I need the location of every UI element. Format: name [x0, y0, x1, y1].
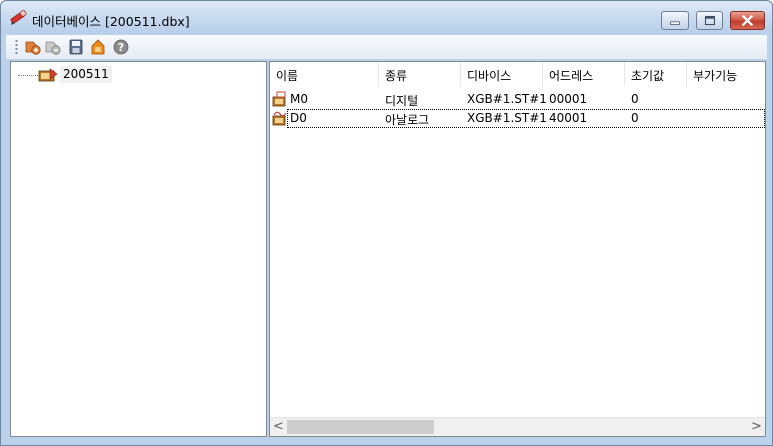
add-variable-icon: [25, 41, 41, 55]
minimize-button[interactable]: [661, 11, 689, 30]
remove-variable-icon: [45, 41, 61, 55]
cell-address: 40001: [549, 111, 588, 125]
list-header: 이름 종류 디바이스 어드레스 초기값 부가기능: [270, 62, 765, 86]
column-header-type[interactable]: 종류: [379, 62, 461, 86]
svg-text:?: ?: [118, 41, 124, 54]
export-icon: [91, 39, 105, 55]
tree-pane[interactable]: 200511: [10, 61, 267, 437]
cell-name: M0: [290, 92, 308, 106]
horizontal-scrollbar[interactable]: < >: [270, 417, 765, 436]
toolbar-grip[interactable]: [15, 39, 18, 55]
cell-initial-value: 0: [631, 92, 639, 106]
minimize-icon: [670, 21, 680, 25]
cell-device: XGB#1.ST#1: [467, 111, 547, 125]
column-header-address[interactable]: 어드레스: [543, 62, 625, 86]
cell-type: 아날로그: [385, 113, 430, 127]
maximize-button[interactable]: [696, 11, 723, 30]
add-variable-button[interactable]: [24, 38, 42, 56]
table-row[interactable]: M0 디지털 XGB#1.ST#1 00001 0: [270, 90, 765, 109]
save-icon: [69, 39, 83, 55]
help-icon: ?: [113, 39, 129, 55]
database-pencil-icon: [10, 10, 27, 25]
title-bar[interactable]: 데이터베이스 [200511.dbx]: [1, 1, 772, 33]
column-header-name[interactable]: 이름: [270, 62, 379, 86]
maximize-icon: [704, 15, 715, 26]
digital-tag-icon: [272, 91, 286, 107]
client-area: 200511 이름 종류 디바이스 어드레스 초기값 부가기능 M0 디지털 X…: [6, 59, 767, 439]
help-button[interactable]: ?: [112, 38, 130, 56]
database-file-icon: [38, 68, 58, 82]
variable-list[interactable]: 이름 종류 디바이스 어드레스 초기값 부가기능 M0 디지털 XGB#1.ST…: [269, 61, 766, 437]
column-header-initial-value[interactable]: 초기값: [625, 62, 687, 86]
cell-device: XGB#1.ST#1: [467, 92, 547, 106]
tree-connector: [18, 75, 38, 76]
scroll-right-button[interactable]: >: [748, 418, 765, 436]
tree-item-label[interactable]: 200511: [60, 66, 112, 83]
close-button[interactable]: [730, 11, 765, 30]
cell-type: 디지털: [385, 94, 419, 108]
export-button[interactable]: [89, 38, 107, 56]
column-header-extra-function[interactable]: 부가기능: [687, 62, 765, 86]
scroll-left-button[interactable]: <: [270, 418, 287, 436]
save-button[interactable]: [67, 38, 85, 56]
database-window: 데이터베이스 [200511.dbx] ? 200511 이름 종류 디바이스 …: [0, 0, 773, 446]
analog-tag-icon: [272, 111, 287, 126]
cell-name: D0: [290, 111, 307, 125]
cell-initial-value: 0: [631, 111, 639, 125]
column-header-device[interactable]: 디바이스: [461, 62, 543, 86]
table-row[interactable]: D0 아날로그 XGB#1.ST#1 40001 0: [272, 109, 765, 128]
window-title: 데이터베이스 [200511.dbx]: [32, 14, 190, 29]
remove-variable-button[interactable]: [44, 38, 62, 56]
cell-address: 00001: [549, 92, 588, 106]
scroll-thumb[interactable]: [287, 420, 434, 434]
toolbar: ?: [6, 35, 767, 59]
close-icon: [741, 14, 754, 27]
